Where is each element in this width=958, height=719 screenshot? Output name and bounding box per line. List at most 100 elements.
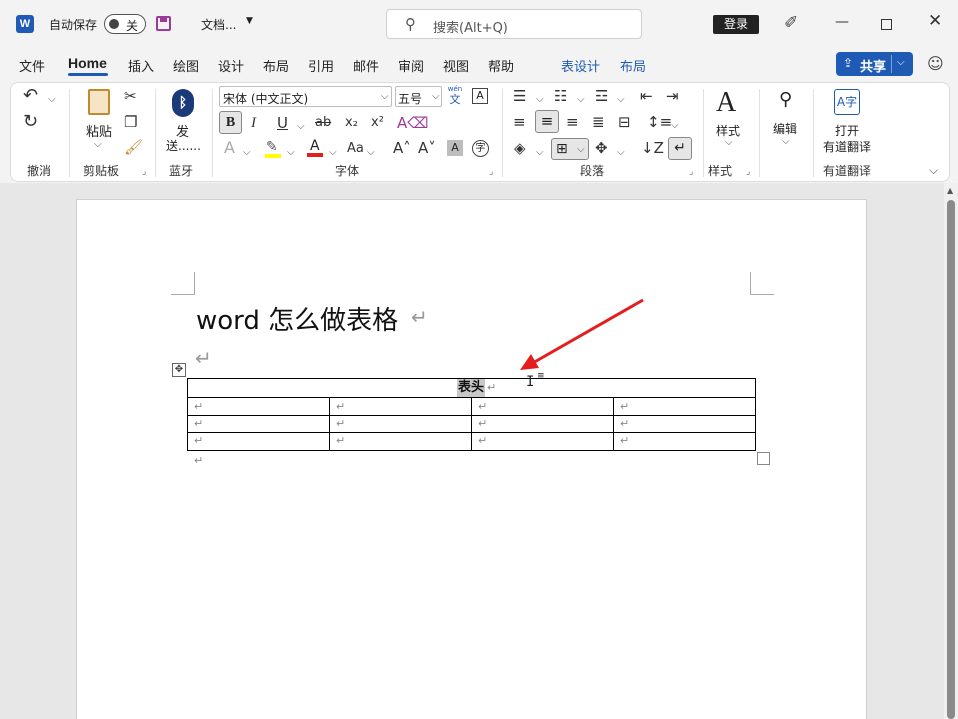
chevron-down-icon[interactable]: ⌵ bbox=[617, 91, 625, 109]
bold-button[interactable]: B bbox=[219, 111, 242, 134]
chevron-down-icon[interactable]: ▼ bbox=[246, 16, 253, 26]
tab-references[interactable]: 引用 bbox=[308, 56, 334, 75]
chevron-down-icon[interactable]: ⌵ bbox=[243, 144, 251, 162]
show-formatting-button[interactable]: ↵ bbox=[668, 137, 692, 160]
document-page[interactable]: word 怎么做表格 ↵ ↵ ✥ 表头 ↵ ↵ ↵ ↵ ↵ ↵ ↵ ↵ ↵ ↵ … bbox=[76, 199, 867, 719]
dialog-launcher-icon[interactable]: ⌟ bbox=[489, 167, 493, 177]
close-button[interactable]: ✕ bbox=[928, 11, 942, 31]
character-shading-icon[interactable]: A bbox=[447, 140, 463, 156]
enclose-characters-icon[interactable]: 字 bbox=[472, 140, 489, 157]
table-cell[interactable]: ↵ bbox=[620, 400, 629, 413]
login-button[interactable]: 登录 bbox=[713, 15, 759, 34]
tab-review[interactable]: 审阅 bbox=[398, 56, 424, 75]
copy-icon[interactable]: ❐ bbox=[124, 113, 137, 131]
chevron-down-icon[interactable]: ⌵ bbox=[897, 57, 905, 68]
table-cell[interactable]: ↵ bbox=[194, 400, 203, 413]
numbering-icon[interactable]: ☷ bbox=[554, 87, 567, 105]
tab-design[interactable]: 设计 bbox=[218, 56, 244, 75]
highlight-color-icon[interactable]: ✎ bbox=[264, 139, 282, 159]
grow-font-icon[interactable]: A˄ bbox=[393, 139, 411, 157]
dialog-launcher-icon[interactable]: ⌟ bbox=[746, 167, 750, 177]
table-cell[interactable]: ↵ bbox=[194, 417, 203, 430]
cut-icon[interactable]: ✂ bbox=[124, 87, 137, 105]
comment-person-icon[interactable]: ☺ bbox=[927, 54, 944, 73]
table-cell[interactable]: ↵ bbox=[478, 417, 487, 430]
editing-button[interactable]: ⚲ 编辑 ⌵ bbox=[769, 87, 805, 155]
tab-file[interactable]: 文件 bbox=[19, 56, 45, 75]
chevron-down-icon[interactable]: ⌵ bbox=[297, 118, 305, 136]
increase-indent-icon[interactable]: ⇥ bbox=[666, 87, 679, 105]
collapse-ribbon-icon[interactable]: ⌵ bbox=[929, 161, 938, 179]
tab-view[interactable]: 视图 bbox=[443, 56, 469, 75]
share-button[interactable]: ⇪ 共享 ⌵ bbox=[836, 52, 913, 76]
table-resize-handle[interactable] bbox=[757, 452, 770, 465]
paste-button[interactable]: 粘贴 ⌵ bbox=[82, 87, 116, 153]
tab-table-layout[interactable]: 布局 bbox=[620, 56, 646, 75]
text-effects-icon[interactable]: A bbox=[224, 139, 235, 157]
table-cell[interactable]: ↵ bbox=[194, 434, 203, 447]
scrollbar-thumb[interactable] bbox=[947, 200, 955, 719]
character-border-icon[interactable]: A bbox=[472, 88, 488, 104]
table-cell[interactable]: ↵ bbox=[620, 417, 629, 430]
youdao-open-button[interactable]: A字 打开 有道翻译 bbox=[820, 87, 876, 155]
chevron-down-icon[interactable]: ⌵ bbox=[617, 144, 625, 162]
autosave-toggle[interactable]: 关 bbox=[104, 14, 146, 34]
tab-draw[interactable]: 绘图 bbox=[173, 56, 199, 75]
font-color-icon[interactable]: A bbox=[306, 138, 324, 158]
subscript-icon[interactable]: x₂ bbox=[345, 114, 358, 132]
change-case-icon[interactable]: Aa bbox=[347, 140, 364, 158]
maximize-button[interactable] bbox=[881, 19, 892, 30]
undo-icon[interactable]: ↶ bbox=[23, 87, 38, 105]
sort-icon[interactable]: ↓Z bbox=[641, 139, 664, 157]
search-box[interactable]: ⚲ 搜索(Alt+Q) bbox=[386, 9, 642, 39]
document-heading[interactable]: word 怎么做表格 bbox=[196, 300, 398, 337]
chevron-down-icon[interactable]: ⌵ bbox=[536, 91, 544, 109]
distributed-icon[interactable]: ⊟ bbox=[618, 113, 631, 131]
align-right-icon[interactable]: ≡ bbox=[566, 113, 579, 131]
table-cell[interactable]: ↵ bbox=[336, 417, 345, 430]
format-painter-icon[interactable]: 🖌 bbox=[124, 138, 143, 156]
chevron-down-icon[interactable]: ⌵ bbox=[287, 144, 295, 162]
shrink-font-icon[interactable]: A˅ bbox=[418, 139, 436, 157]
tab-home[interactable]: Home bbox=[68, 55, 107, 71]
table-cell[interactable]: ↵ bbox=[336, 400, 345, 413]
font-name-select[interactable]: 宋体 (中文正文) ⌵ bbox=[219, 86, 392, 107]
align-left-icon[interactable]: ≡ bbox=[513, 113, 526, 131]
superscript-icon[interactable]: x² bbox=[371, 114, 384, 132]
chevron-down-icon[interactable]: ⌵ bbox=[367, 144, 375, 162]
table-move-handle-icon[interactable]: ✥ bbox=[172, 363, 186, 377]
table-header-cell[interactable]: 表头 bbox=[457, 379, 486, 397]
tab-insert[interactable]: 插入 bbox=[128, 56, 154, 75]
borders-button[interactable]: ⊞ ⌵ bbox=[551, 138, 589, 160]
save-icon[interactable] bbox=[156, 16, 171, 31]
dialog-launcher-icon[interactable]: ⌟ bbox=[689, 167, 693, 177]
table-cell[interactable]: ↵ bbox=[478, 400, 487, 413]
table-cell[interactable]: ↵ bbox=[336, 434, 345, 447]
scroll-up-icon[interactable]: ▲ bbox=[947, 186, 953, 195]
chevron-down-icon[interactable]: ⌵ bbox=[48, 91, 56, 109]
dialog-launcher-icon[interactable]: ⌟ bbox=[142, 167, 146, 177]
tab-table-design[interactable]: 表设计 bbox=[561, 56, 600, 75]
shading-icon[interactable]: ◈ bbox=[514, 139, 526, 157]
italic-icon[interactable]: I bbox=[251, 114, 256, 132]
tab-layout[interactable]: 布局 bbox=[263, 56, 289, 75]
line-spacing-icon[interactable]: ↕≡ bbox=[647, 113, 672, 131]
table-cell[interactable]: ↵ bbox=[478, 434, 487, 447]
styles-button[interactable]: A 样式 ⌵ bbox=[711, 87, 749, 155]
chevron-down-icon[interactable]: ⌵ bbox=[329, 144, 337, 162]
multilevel-list-icon[interactable]: ☲ bbox=[595, 87, 608, 105]
tab-mailings[interactable]: 邮件 bbox=[353, 56, 379, 75]
chinese-layout-icon[interactable]: ✥ bbox=[595, 139, 608, 157]
strikethrough-icon[interactable]: ab bbox=[315, 114, 331, 132]
table-cell[interactable]: ↵ bbox=[620, 434, 629, 447]
bullets-icon[interactable]: ☰ bbox=[513, 87, 526, 105]
document-table[interactable]: 表头 ↵ ↵ ↵ ↵ ↵ ↵ ↵ ↵ ↵ ↵ ↵ ↵ ↵ bbox=[187, 378, 756, 451]
tab-help[interactable]: 帮助 bbox=[488, 56, 514, 75]
designer-pen-icon[interactable]: ✐ bbox=[784, 13, 798, 33]
underline-icon[interactable]: U bbox=[277, 114, 288, 132]
document-name[interactable]: 文档... bbox=[201, 16, 236, 33]
justify-icon[interactable]: ≣ bbox=[592, 113, 605, 131]
send-bluetooth-button[interactable]: ᛒ 发 送...... bbox=[166, 87, 201, 157]
chevron-down-icon[interactable]: ⌵ bbox=[577, 91, 585, 109]
minimize-button[interactable]: — bbox=[835, 14, 849, 30]
